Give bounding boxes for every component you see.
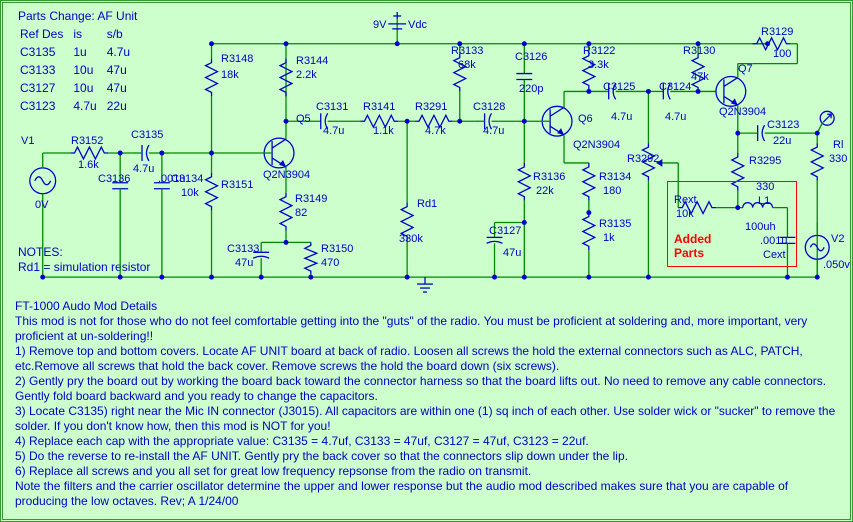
r3122-val: 3.3k [588, 59, 609, 71]
c3128-label: C3128 [473, 101, 505, 113]
c3135-label: C3135 [131, 129, 163, 141]
q5-val: Q2N3904 [263, 169, 310, 181]
v2-label: V2 [831, 233, 844, 245]
r3291-val: 4.7k [425, 125, 446, 137]
resistor-rd1-icon [401, 121, 413, 277]
details-title: FT-1000 Audo Mod Details [15, 299, 838, 314]
r3129-val: 100 [773, 48, 791, 60]
r3151-label: R3151 [221, 179, 253, 191]
supply-label: 9V [373, 19, 386, 31]
c3124-label: C3124 [659, 81, 691, 93]
resistor-r3135-icon [583, 213, 595, 278]
r3136-val: 22k [536, 185, 554, 197]
details-step2: 2) Gently pry the board out by working t… [15, 374, 838, 404]
resistor-r3149-icon [280, 193, 292, 243]
ground-icon [417, 277, 433, 292]
added-parts-box: Added Parts [667, 181, 797, 267]
v2-sub: .050v [823, 259, 850, 271]
r3148-label: R3148 [221, 53, 253, 65]
r3292-label: R3292 [627, 153, 659, 165]
c3135-val: 4.7u [133, 163, 154, 175]
q5-label: Q5 [296, 113, 311, 125]
added-parts-label: Added Parts [674, 232, 711, 260]
r3152-val: 1.6k [78, 159, 99, 171]
q6-val: Q2N3904 [573, 139, 620, 151]
c3125-label: C3125 [603, 81, 635, 93]
capacitor-c3135-icon [132, 145, 172, 161]
details-note: Note the filters and the carrier oscilla… [15, 479, 838, 509]
r3291-label: R3291 [415, 101, 447, 113]
r3133-label: R3133 [451, 45, 483, 57]
capacitor-c3136-icon [112, 153, 128, 277]
rl-label: Rl [833, 139, 843, 151]
r3141-val: 1.1k [373, 125, 394, 137]
q7-label: Q7 [738, 63, 753, 75]
c3133-label: C3133 [227, 243, 259, 255]
r3133-val: 68k [458, 59, 476, 71]
r3135-val: 1k [603, 232, 615, 244]
details-step4: 4) Replace each cap with the appropriate… [15, 434, 838, 449]
r3129-label: R3129 [761, 26, 793, 38]
details-block: FT-1000 Audo Mod Details This mod is not… [15, 299, 838, 509]
c3127-val: 47u [503, 247, 521, 259]
q6-label: Q6 [578, 113, 593, 125]
c3134-val: 10k [181, 187, 199, 199]
r3149-val: 82 [295, 207, 307, 219]
transistor-q6-icon [539, 91, 589, 162]
c3126-val: 220p [519, 83, 543, 95]
r3152-label: R3152 [71, 135, 103, 147]
r3150-label: R3150 [321, 243, 353, 255]
rd1-label: Rd1 [417, 198, 437, 210]
c3127-label: C3127 [489, 225, 521, 237]
details-step3: 3) Locate C3135) right near the Mic IN c… [15, 404, 838, 434]
c3124-val: 4.7u [665, 111, 686, 123]
c3131-label: C3131 [316, 101, 348, 113]
c3123-val: 22u [773, 135, 791, 147]
c3128-val: 4.7u [483, 125, 504, 137]
details-step1: 1) Remove top and bottom covers. Locate … [15, 344, 838, 374]
r3122-label: R3122 [583, 45, 615, 57]
supply-icon [388, 12, 406, 44]
details-intro: This mod is not for those who do not fee… [15, 314, 838, 344]
r3144-label: R3144 [296, 55, 328, 67]
v1-sub: 0V [35, 199, 48, 211]
c3133-val: 47u [235, 257, 253, 269]
r3134-val: 180 [603, 185, 621, 197]
q7-val: Q2N3904 [719, 106, 766, 118]
r3130-val: 47k [691, 71, 709, 83]
r3144-val: 2.2k [296, 69, 317, 81]
rd1-val: 330k [399, 233, 423, 245]
r3149-label: R3149 [295, 193, 327, 205]
resistor-r3152-icon [71, 147, 133, 159]
c3125-val: 4.7u [611, 111, 632, 123]
details-step5: 5) Do the reverse to re-install the AF U… [15, 449, 838, 464]
r3148-val: 18k [221, 69, 239, 81]
r3135-label: R3135 [599, 218, 631, 230]
c3123-label: C3123 [767, 119, 799, 131]
r3150-val: 470 [321, 257, 339, 269]
r3141-label: R3141 [363, 101, 395, 113]
resistor-rl-icon [811, 133, 823, 277]
details-step6: 6) Replace all screws and you all set fo… [15, 464, 838, 479]
capacitor-c3133-icon [253, 242, 311, 277]
c3131-val: 4.7u [323, 125, 344, 137]
resistor-r3150-icon [305, 242, 317, 277]
resistor-r3151-icon [206, 153, 218, 277]
rl-val: 330 [829, 153, 847, 165]
source-v1-icon [30, 153, 71, 277]
probe-icon [817, 111, 834, 133]
r3130-label: R3130 [683, 45, 715, 57]
r3136-label: R3136 [533, 171, 565, 183]
c3134-label: C3134 [171, 173, 203, 185]
resistor-r3134-icon [583, 163, 595, 213]
r3134-label: R3134 [599, 171, 631, 183]
c3126-label: C3126 [515, 51, 547, 63]
r3295-label: R3295 [749, 155, 781, 167]
v1-label: V1 [21, 135, 34, 147]
schematic-container: Parts Change: AF Unit Ref Des is s/b C31… [0, 0, 853, 522]
c3136-label: C3136 [98, 173, 130, 185]
supply-vdc: Vdc [408, 19, 427, 31]
capacitor-c3134-icon [154, 153, 170, 277]
